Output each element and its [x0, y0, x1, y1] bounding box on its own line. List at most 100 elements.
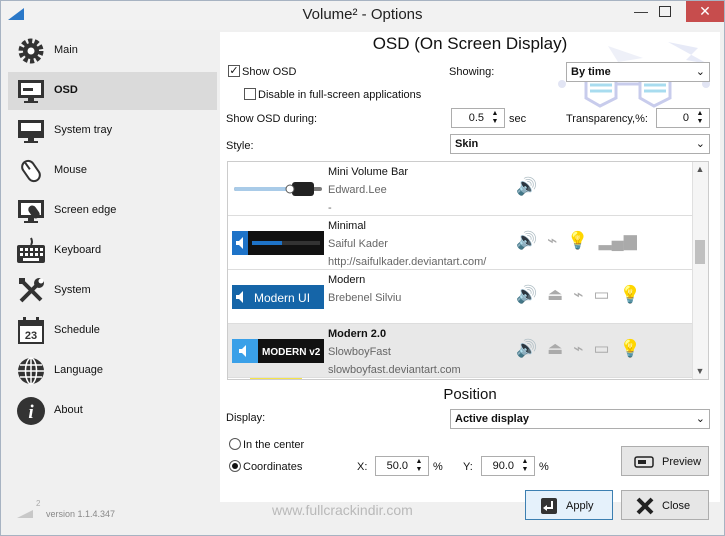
- spinner-arrows-icon[interactable]: ▲ ▼: [411, 458, 427, 474]
- speaker-icon: 🔊: [516, 285, 538, 304]
- preview-icon: [634, 456, 654, 468]
- chevron-down-icon: ⌄: [695, 413, 705, 425]
- show-osd-label: Show OSD: [242, 66, 297, 78]
- chevron-down-icon: ⌄: [695, 138, 705, 150]
- usb-icon: ⌁: [573, 339, 584, 358]
- display-label: Display:: [226, 412, 266, 424]
- transparency-spinner[interactable]: 0 ▲ ▼: [656, 108, 710, 128]
- skin-name: Minimal: [328, 220, 366, 232]
- sidebar-item-label: System tray: [54, 124, 113, 136]
- sidebar-item-system[interactable]: System: [8, 272, 217, 310]
- sidebar-item-schedule[interactable]: 23 Schedule: [8, 312, 217, 350]
- signal-bars-icon: ▂▄▆: [598, 231, 637, 250]
- x-spinner[interactable]: 50.0 ▲ ▼: [375, 456, 429, 476]
- sidebar-item-screen-edge[interactable]: Screen edge: [8, 192, 217, 230]
- show-during-label: Show OSD during:: [226, 113, 318, 125]
- close-icon: [636, 497, 654, 515]
- sidebar-item-osd[interactable]: OSD: [8, 72, 217, 110]
- y-label: Y:: [463, 461, 473, 473]
- apply-button[interactable]: Apply: [525, 490, 613, 520]
- coordinates-radio[interactable]: [229, 460, 241, 472]
- svg-text:2: 2: [36, 499, 41, 508]
- spinner-arrows-icon[interactable]: ▲ ▼: [517, 458, 533, 474]
- disable-fullscreen-label: Disable in full-screen applications: [258, 89, 422, 101]
- skin-name: Mini Volume Bar: [328, 166, 409, 178]
- x-value: 50.0: [386, 460, 408, 472]
- usb-icon: ⌁: [547, 231, 558, 250]
- skin-name: Modern 2.0: [328, 328, 387, 340]
- svg-text:MODERN v2: MODERN v2: [262, 347, 321, 358]
- scroll-up-icon[interactable]: ▲: [692, 164, 708, 176]
- list-item-selected[interactable]: MODERN v2 Modern 2.0 SlowboyFast slowboy…: [228, 324, 693, 378]
- lightbulb-icon: 💡: [619, 285, 641, 304]
- skin-preview-mini-volume-bar: [234, 182, 322, 196]
- list-item[interactable]: Minimal Saiful Kader http://saifulkader.…: [228, 216, 693, 270]
- spinner-arrows-icon[interactable]: ▲ ▼: [487, 110, 503, 126]
- chevron-down-icon: ⌄: [695, 66, 705, 78]
- battery-icon: ▭: [593, 285, 610, 304]
- sidebar-item-language[interactable]: Language: [8, 352, 217, 390]
- in-center-label: In the center: [243, 439, 305, 451]
- in-center-radio[interactable]: [229, 438, 241, 450]
- sidebar-item-mouse[interactable]: Mouse: [8, 152, 217, 190]
- y-value: 90.0: [492, 460, 514, 472]
- style-select[interactable]: Skin ⌄: [450, 134, 710, 154]
- minimize-button[interactable]: —: [630, 4, 652, 24]
- display-value: Active display: [455, 413, 529, 425]
- skin-author: Saiful Kader: [328, 238, 388, 250]
- skin-name: Modern: [328, 274, 366, 286]
- skin-list[interactable]: Mini Volume Bar Edward.Lee - 🔊 Minimal S…: [227, 161, 709, 380]
- showing-label: Showing:: [449, 66, 495, 78]
- sidebar-item-about[interactable]: i About: [8, 392, 217, 430]
- gear-icon: [18, 38, 44, 64]
- showing-select[interactable]: By time ⌄: [566, 62, 710, 82]
- skin-url: -: [328, 202, 332, 214]
- close-button[interactable]: Close: [621, 490, 709, 520]
- svg-text:Modern UI: Modern UI: [254, 291, 310, 305]
- mouse-icon: [21, 159, 41, 183]
- skin-author: Edward.Lee: [328, 184, 387, 196]
- eject-icon: ⏏: [547, 285, 564, 304]
- position-title: Position: [443, 386, 497, 403]
- sidebar-item-label: Mouse: [54, 164, 88, 176]
- svg-text:i: i: [28, 402, 34, 423]
- maximize-button[interactable]: [659, 6, 671, 17]
- preview-button[interactable]: Preview: [621, 446, 709, 476]
- y-unit: %: [539, 461, 549, 473]
- close-button-label: Close: [662, 500, 691, 512]
- sidebar: Main OSD System tray Mouse Screen edge K…: [8, 32, 217, 432]
- monitor-icon: [18, 80, 44, 103]
- skin-url: http://saifulkader.deviantart.com/: [328, 256, 487, 268]
- sidebar-item-main[interactable]: Main: [8, 32, 217, 70]
- list-item[interactable]: Mini Volume Bar Edward.Lee - 🔊: [228, 162, 693, 216]
- show-during-spinner[interactable]: 0.5 ▲ ▼: [451, 108, 505, 128]
- scroll-down-icon[interactable]: ▼: [692, 366, 708, 378]
- sidebar-item-label: Keyboard: [54, 244, 102, 256]
- display-select[interactable]: Active display ⌄: [450, 409, 710, 429]
- spinner-arrows-icon[interactable]: ▲ ▼: [692, 110, 708, 126]
- battery-icon: ▭: [593, 339, 610, 358]
- apply-button-label: Apply: [566, 500, 594, 512]
- disable-fullscreen-checkbox[interactable]: [244, 88, 256, 100]
- eject-icon: ⏏: [547, 339, 564, 358]
- lightbulb-icon: 💡: [619, 339, 641, 358]
- usb-icon: ⌁: [573, 285, 584, 304]
- tools-icon: [19, 278, 44, 303]
- skin-author: SlowboyFast: [328, 346, 391, 358]
- skin-preview-modern: Modern UI: [232, 285, 324, 309]
- version-label: version 1.1.4.347: [46, 509, 116, 519]
- show-osd-checkbox[interactable]: ✓: [228, 65, 240, 77]
- skin-preview-minimal: [232, 231, 324, 255]
- x-unit: %: [433, 461, 443, 473]
- coordinates-label: Coordinates: [243, 461, 303, 473]
- skin-list-scrollbar[interactable]: [692, 162, 708, 379]
- list-item[interactable]: Modern UI Modern Brebenel Silviu 🔊 ⏏ ⌁ ▭ 💡: [228, 270, 693, 324]
- window-close-button[interactable]: ✕: [686, 1, 724, 22]
- y-spinner[interactable]: 90.0 ▲ ▼: [481, 456, 535, 476]
- sidebar-item-label: System: [54, 284, 91, 296]
- sidebar-item-keyboard[interactable]: Keyboard: [8, 232, 217, 270]
- sidebar-item-system-tray[interactable]: System tray: [8, 112, 217, 150]
- scrollbar-thumb[interactable]: [695, 240, 705, 264]
- style-value: Skin: [455, 138, 479, 150]
- transparency-label: Transparency,%:: [566, 113, 648, 125]
